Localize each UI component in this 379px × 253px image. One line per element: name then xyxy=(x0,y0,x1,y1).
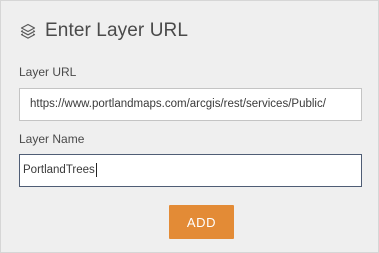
layer-url-input[interactable]: https://www.portlandmaps.com/arcgis/rest… xyxy=(19,88,362,121)
panel-title: Enter Layer URL xyxy=(45,20,189,41)
layers-icon xyxy=(19,22,37,40)
enter-layer-url-panel: Enter Layer URL Layer URL https://www.po… xyxy=(0,0,379,253)
layer-name-value: PortlandTrees xyxy=(23,164,95,176)
layer-url-label: Layer URL xyxy=(19,65,77,79)
text-caret xyxy=(95,162,97,177)
layer-url-value: https://www.portlandmaps.com/arcgis/rest… xyxy=(30,98,326,110)
panel-header: Enter Layer URL xyxy=(19,19,188,43)
layer-name-label: Layer Name xyxy=(19,132,85,146)
layer-name-input[interactable]: PortlandTrees xyxy=(19,154,362,187)
add-button[interactable]: ADD xyxy=(169,205,234,239)
